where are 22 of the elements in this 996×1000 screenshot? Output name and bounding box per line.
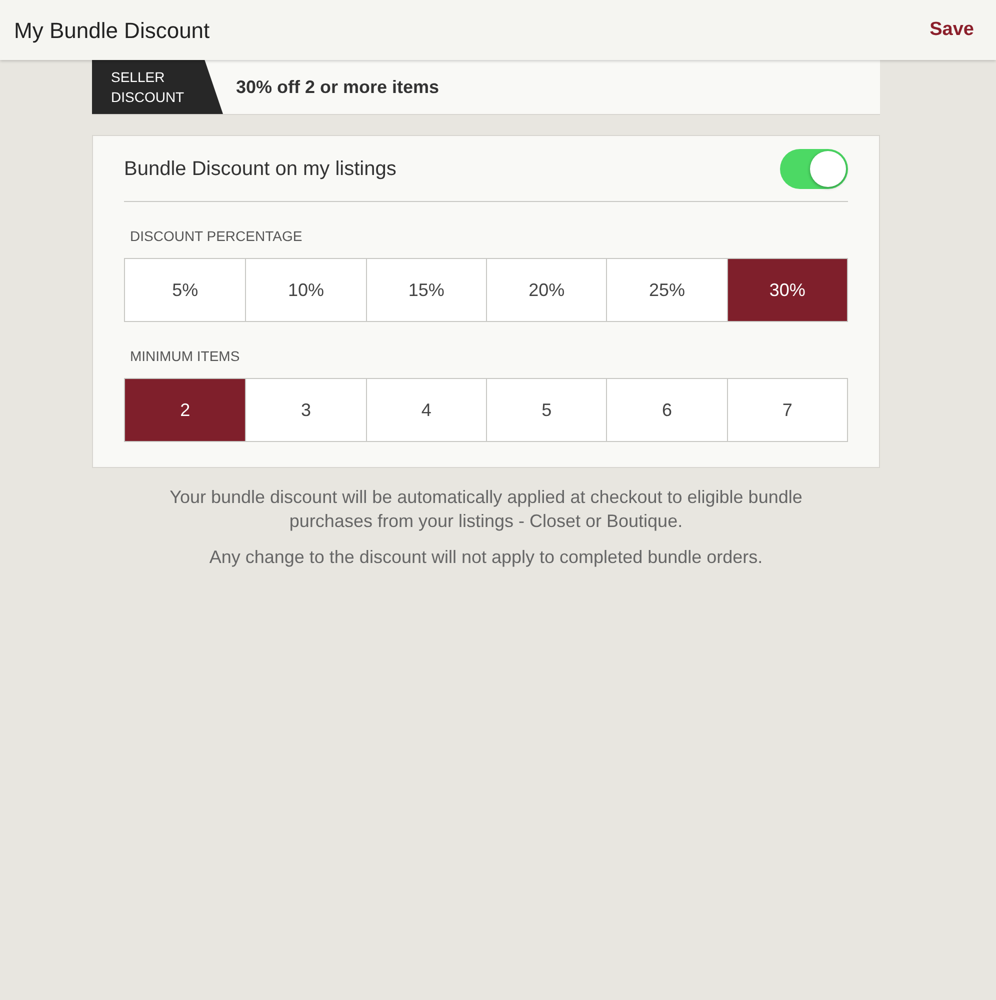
option-button[interactable]: 7	[726, 379, 847, 441]
section-label: MINIMUM ITEMS	[129, 347, 241, 366]
toggle-switch[interactable]	[780, 148, 848, 188]
option-button[interactable]: 6	[606, 379, 727, 441]
discount-summary: 30% off 2 or more items	[236, 76, 440, 98]
option-button[interactable]: 4	[366, 379, 486, 441]
option-button[interactable]: 20%	[486, 259, 606, 321]
seller-discount-badge: SELLER DISCOUNT	[92, 60, 223, 114]
option-button[interactable]: 3	[245, 379, 366, 441]
option-button[interactable]: 25%	[606, 259, 727, 321]
option-button[interactable]: 10%	[245, 259, 366, 321]
info-text: Your bundle discount will be automatically applied at checkout to eligible bundle purchases from your listings - Closet or Boutique.	[168, 486, 804, 533]
option-button[interactable]: 5	[486, 379, 606, 441]
page-title: My Bundle Discount	[14, 16, 210, 45]
info-text: Any change to the discount will not apply to completed bundle orders.	[208, 546, 764, 569]
section-label: DISCOUNT PERCENTAGE	[129, 227, 304, 246]
option-button[interactable]: 5%	[125, 259, 246, 321]
save-button[interactable]: Save	[922, 16, 982, 44]
option-button[interactable]: 2	[125, 379, 246, 441]
option-button[interactable]: 15%	[366, 259, 486, 321]
option-button[interactable]: 30%	[726, 259, 847, 321]
toggle-label: Bundle Discount on my listings	[124, 156, 396, 182]
